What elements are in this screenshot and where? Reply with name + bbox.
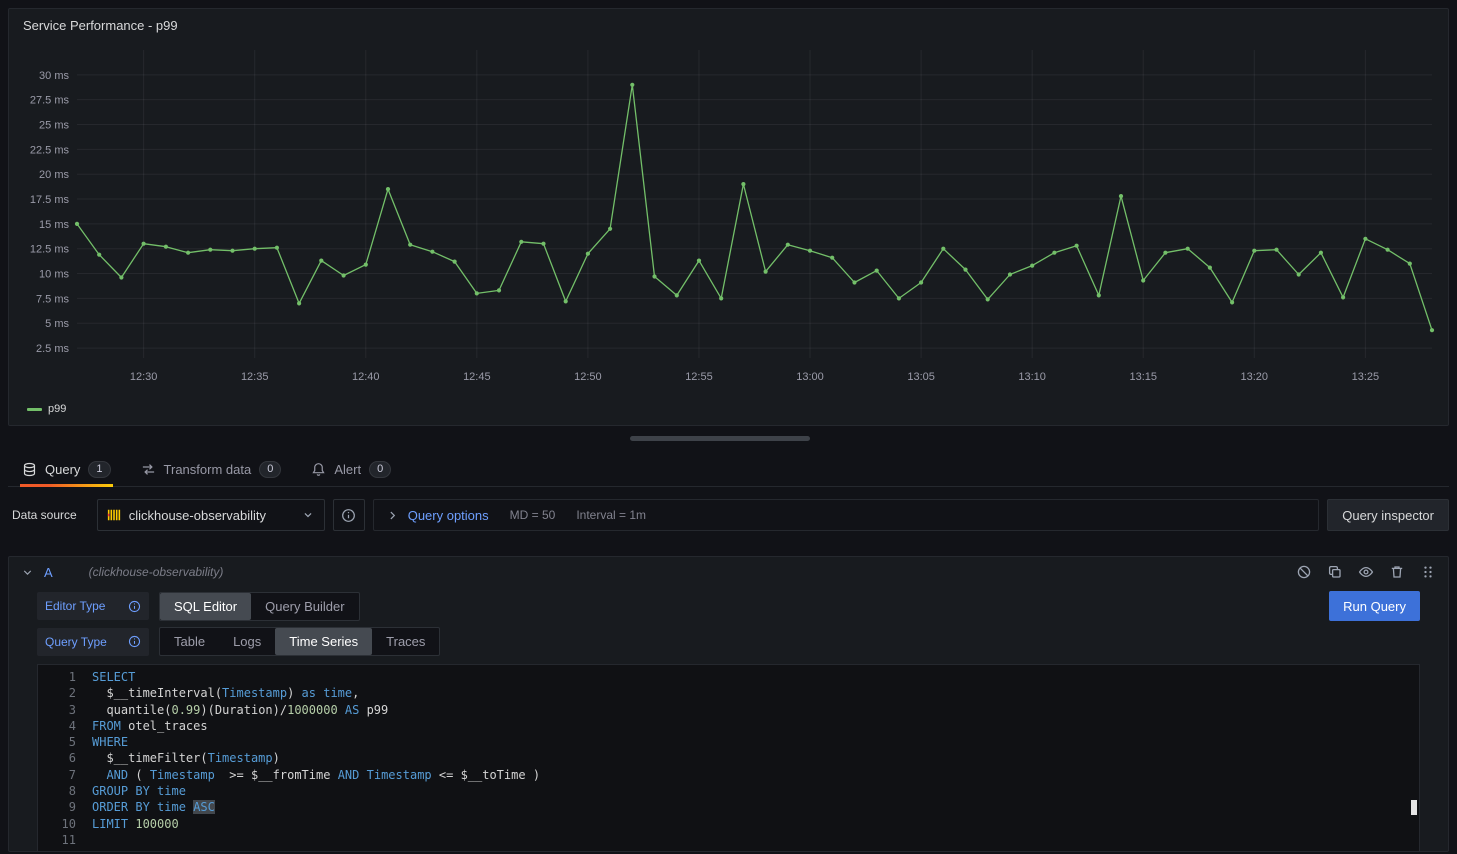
query-editor-card: A (clickhouse-observability)	[8, 556, 1449, 852]
svg-text:12:50: 12:50	[574, 371, 602, 383]
duplicate-query-icon[interactable]	[1327, 564, 1343, 580]
datasource-picker[interactable]: clickhouse-observability	[97, 499, 325, 531]
tab-alert-count: 0	[369, 461, 391, 478]
query-options-md: MD = 50	[510, 508, 556, 522]
query-options-label[interactable]: Query options	[408, 508, 489, 523]
query-type-row: Query Type Table Logs Time Series Traces	[37, 627, 1420, 656]
query-type-table[interactable]: Table	[160, 628, 219, 655]
query-datasource-hint: (clickhouse-observability)	[89, 565, 224, 579]
disable-query-icon[interactable]	[1296, 564, 1312, 580]
svg-text:13:00: 13:00	[796, 371, 824, 383]
svg-text:12:35: 12:35	[241, 371, 269, 383]
svg-text:13:05: 13:05	[907, 371, 935, 383]
sql-code-area[interactable]: SELECT $__timeInterval(Timestamp) as tim…	[92, 669, 1419, 847]
tab-transform-count: 0	[259, 461, 281, 478]
transform-icon	[141, 462, 156, 477]
datasource-help-button[interactable]	[333, 499, 365, 531]
svg-text:5 ms: 5 ms	[45, 318, 69, 330]
query-type-traces[interactable]: Traces	[372, 628, 439, 655]
service-performance-panel: Service Performance - p99 2.5 ms 5 ms 7.5 …	[8, 8, 1449, 426]
delete-query-icon[interactable]	[1389, 564, 1405, 580]
datasource-row: Data source clickhouse-observability	[8, 499, 1449, 531]
editor-tab-bar: Query 1 Transform data 0 Alert 0	[8, 452, 1449, 487]
collapse-chevron-icon[interactable]	[21, 566, 34, 579]
editor-type-label-chip: Editor Type	[37, 592, 149, 620]
legend-series-label[interactable]: p99	[48, 403, 66, 415]
database-icon	[22, 462, 37, 477]
query-ref-id: A	[44, 565, 53, 580]
svg-text:12:45: 12:45	[463, 371, 491, 383]
chart-legend: p99	[17, 400, 1440, 418]
tab-transform-data[interactable]: Transform data 0	[137, 452, 286, 486]
legend-series-swatch	[27, 408, 42, 411]
query-row-body: Editor Type SQL Editor Query Builder Run…	[9, 587, 1448, 854]
sql-editor[interactable]: 1234567891011 SELECT $__timeInterval(Tim…	[37, 664, 1420, 852]
query-row-actions	[1296, 564, 1436, 580]
query-inspector-button[interactable]: Query inspector	[1327, 499, 1449, 531]
dashboard-edit-page: Service Performance - p99 2.5 ms 5 ms 7.5 …	[0, 0, 1457, 854]
editor-scroll-marker	[1411, 800, 1417, 815]
sql-line-numbers: 1234567891011	[38, 669, 92, 847]
svg-text:15 ms: 15 ms	[39, 219, 69, 231]
run-query-button[interactable]: Run Query	[1329, 591, 1420, 621]
editor-type-row: Editor Type SQL Editor Query Builder Run…	[37, 591, 1420, 621]
tab-query-count: 1	[88, 461, 110, 478]
svg-text:13:20: 13:20	[1241, 371, 1269, 383]
svg-text:12.5 ms: 12.5 ms	[30, 244, 70, 256]
panel-title: Service Performance - p99	[17, 18, 178, 33]
chevron-right-icon	[386, 509, 399, 522]
info-circle-icon	[341, 508, 356, 523]
tab-transform-label: Transform data	[164, 462, 252, 477]
svg-text:25 ms: 25 ms	[39, 120, 69, 132]
svg-text:20 ms: 20 ms	[39, 169, 69, 181]
svg-text:12:30: 12:30	[130, 371, 158, 383]
bell-icon	[311, 462, 326, 477]
chevron-down-icon	[301, 508, 315, 522]
svg-text:13:15: 13:15	[1129, 371, 1157, 383]
tab-alert[interactable]: Alert 0	[307, 452, 395, 486]
drag-handle-icon[interactable]	[1420, 564, 1436, 580]
svg-text:13:25: 13:25	[1352, 371, 1380, 383]
editor-type-label: Editor Type	[45, 599, 105, 613]
clickhouse-logo-icon	[107, 508, 121, 522]
query-type-toggle: Table Logs Time Series Traces	[159, 627, 440, 656]
tab-query[interactable]: Query 1	[18, 452, 115, 486]
tab-alert-label: Alert	[334, 462, 361, 477]
datasource-selected-value: clickhouse-observability	[129, 508, 293, 523]
editor-type-toggle: SQL Editor Query Builder	[159, 592, 360, 621]
svg-text:10 ms: 10 ms	[39, 269, 69, 281]
datasource-label: Data source	[12, 508, 77, 522]
svg-text:7.5 ms: 7.5 ms	[36, 293, 70, 305]
svg-text:17.5 ms: 17.5 ms	[30, 194, 70, 206]
query-type-time-series[interactable]: Time Series	[275, 628, 372, 655]
hide-response-icon[interactable]	[1358, 564, 1374, 580]
svg-text:22.5 ms: 22.5 ms	[30, 144, 70, 156]
info-icon[interactable]	[128, 635, 141, 648]
svg-text:2.5 ms: 2.5 ms	[36, 343, 70, 355]
query-type-logs[interactable]: Logs	[219, 628, 275, 655]
horizontal-scrollbar-handle[interactable]	[630, 436, 810, 441]
svg-text:13:10: 13:10	[1018, 371, 1046, 383]
panel-header[interactable]: Service Performance - p99	[17, 14, 1440, 36]
query-type-label: Query Type	[45, 635, 107, 649]
svg-text:12:55: 12:55	[685, 371, 713, 383]
svg-text:27.5 ms: 27.5 ms	[30, 95, 70, 107]
query-row-header[interactable]: A (clickhouse-observability)	[9, 557, 1448, 587]
info-icon[interactable]	[128, 600, 141, 613]
editor-type-sql-editor[interactable]: SQL Editor	[160, 593, 251, 620]
p99-line-chart[interactable]: 2.5 ms 5 ms 7.5 ms 10 ms 12.5 ms 15 ms 17.5 ms…	[17, 36, 1440, 400]
tab-query-label: Query	[45, 462, 80, 477]
query-type-label-chip: Query Type	[37, 628, 149, 656]
svg-text:12:40: 12:40	[352, 371, 380, 383]
svg-text:30 ms: 30 ms	[39, 70, 69, 82]
query-options-section[interactable]: Query options MD = 50 Interval = 1m	[373, 499, 1320, 531]
editor-type-query-builder[interactable]: Query Builder	[251, 593, 358, 620]
query-options-interval: Interval = 1m	[576, 508, 646, 522]
